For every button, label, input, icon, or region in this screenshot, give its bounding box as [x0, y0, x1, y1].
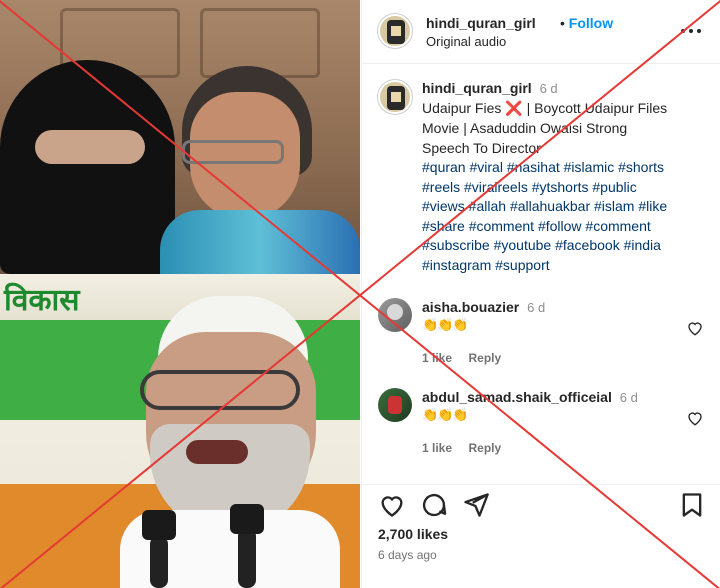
comment-time: 6 d — [527, 300, 546, 315]
hashtag-line[interactable]: #share #comment #follow #comment — [422, 217, 712, 237]
media-top-frame — [0, 0, 360, 274]
comment-item: aisha.bouazier 6 d 👏👏👏 1 like Reply — [362, 292, 720, 365]
comment-likes[interactable]: 1 like — [422, 441, 452, 455]
microphone-head — [142, 510, 176, 540]
more-horizontal-icon[interactable] — [680, 28, 702, 34]
post-header: hindi_quran_girl • Follow Original audio — [362, 0, 720, 64]
caption-title-a: Udaipur Fies — [422, 99, 502, 116]
caption-time: 6 d — [539, 81, 558, 96]
caption-username[interactable]: hindi_quran_girl — [422, 80, 532, 96]
likes-count[interactable]: 2,700 likes — [378, 526, 448, 542]
person-saree — [160, 210, 360, 274]
post-age[interactable]: 6 days ago — [378, 548, 437, 562]
avatar[interactable] — [378, 14, 412, 48]
like-heart-icon[interactable] — [378, 491, 406, 519]
hashtag-line[interactable]: #quran #viral #nasihat #islamic #shorts — [422, 158, 712, 178]
person-glasses — [182, 140, 284, 164]
comment-avatar[interactable] — [378, 388, 412, 422]
caption-avatar[interactable] — [378, 80, 412, 114]
heart-icon[interactable] — [686, 319, 704, 337]
microphone-head — [230, 504, 264, 534]
hashtag-line[interactable]: #instagram #support — [422, 256, 712, 276]
post-panel: hindi_quran_girl • Follow Original audio… — [361, 0, 720, 588]
clap-emoji: 👏👏👏 — [422, 317, 469, 333]
person-in-burqa — [0, 60, 175, 274]
header-username[interactable]: hindi_quran_girl — [426, 15, 536, 31]
caption-line: Speech To Director — [422, 139, 541, 156]
reply-button[interactable]: Reply — [468, 441, 501, 455]
caption-title-b: | Boycott Udaipur Files — [526, 99, 668, 116]
speaker-mouth — [186, 440, 248, 464]
caption: hindi_quran_girl 6 d Udaipur Fies ❌ | Bo… — [422, 79, 712, 275]
speaker-glasses — [140, 370, 300, 410]
share-icon[interactable] — [462, 491, 490, 519]
action-bar — [362, 484, 720, 524]
comment-time: 6 d — [619, 390, 638, 405]
follow-button[interactable]: • Follow — [560, 15, 613, 31]
person-eyes — [35, 130, 145, 164]
post-media[interactable]: विकास — [0, 0, 360, 588]
comment-avatar[interactable] — [378, 298, 412, 332]
reply-button[interactable]: Reply — [468, 351, 501, 365]
banner-text: विकास — [4, 283, 80, 318]
clap-emoji: 👏👏👏 — [422, 407, 469, 423]
caption-line: Movie | Asaduddin Owaisi Strong — [422, 120, 628, 136]
cross-mark-icon: ❌ — [505, 100, 523, 117]
hashtag-line[interactable]: #reels #viralreels #ytshorts #public — [422, 178, 712, 198]
comment-icon[interactable] — [420, 491, 448, 519]
comment-username[interactable]: abdul_samad.shaik_officeial — [422, 389, 612, 405]
comment-item: abdul_samad.shaik_officeial 6 d 👏👏👏 1 li… — [362, 382, 720, 455]
comment-likes[interactable]: 1 like — [422, 351, 452, 365]
comment-username[interactable]: aisha.bouazier — [422, 299, 519, 315]
microphone — [150, 536, 168, 588]
heart-icon[interactable] — [686, 409, 704, 427]
bookmark-icon[interactable] — [678, 491, 706, 519]
microphone — [238, 528, 256, 588]
media-bottom-frame: विकास — [0, 274, 360, 588]
audio-label[interactable]: Original audio — [426, 34, 506, 49]
hashtag-line[interactable]: #views #allah #allahuakbar #islam #like — [422, 197, 712, 217]
caption-line: Udaipur Fies ❌ | Boycott Udaipur Files — [422, 99, 712, 120]
hashtag-line[interactable]: #subscribe #youtube #facebook #india — [422, 236, 712, 256]
